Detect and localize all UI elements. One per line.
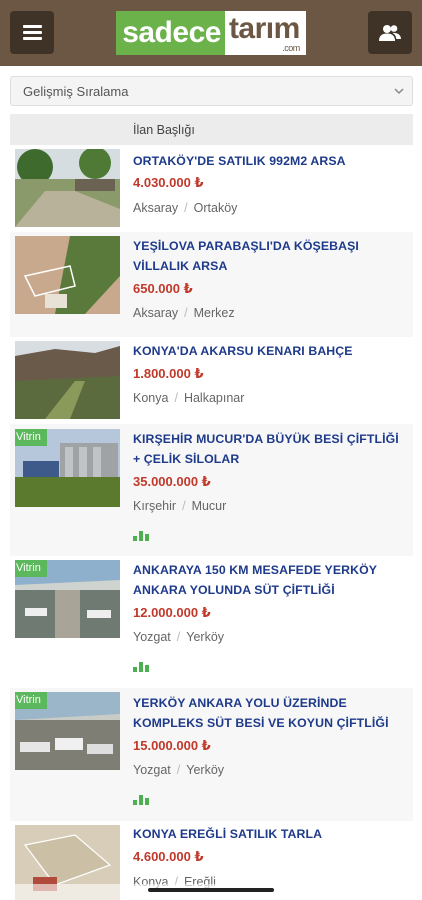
logo-suffix: .com [282,43,300,53]
listing-row[interactable]: Vitrin ANKARAYA 150 KM MESAFEDE YERKÖY A… [10,556,413,688]
listing-price: 4.600.000 ₺ [133,849,204,864]
listing-location: Aksaray / Ortaköy [133,201,237,215]
stats-icon[interactable] [133,530,149,541]
vitrin-badge: Vitrin [15,560,47,577]
listing-price: 650.000 ₺ [133,281,193,296]
location-separator: / [176,763,181,777]
listing-district: Mucur [191,499,227,513]
location-separator: / [176,630,181,644]
listing-location: Konya / Halkapınar [133,391,244,405]
listing-location: Yozgat / Yerköy [133,630,224,644]
listing-location: Yozgat / Yerköy [133,763,224,777]
listing-city: Aksaray [133,201,179,215]
user-account-button[interactable] [368,11,412,54]
listing-district: Ortaköy [193,201,238,215]
home-indicator[interactable] [148,888,274,892]
sort-dropdown[interactable]: Gelişmiş Sıralama [10,76,413,106]
column-header-title: İlan Başlığı [133,122,195,137]
vitrin-badge: Vitrin [15,429,47,446]
listing-city: Kırşehir [133,499,177,513]
menu-icon [22,25,42,40]
listing-price: 1.800.000 ₺ [133,366,204,381]
listing-photo[interactable]: Vitrin [15,429,120,507]
listing-city: Yozgat [133,630,171,644]
listing-title[interactable]: ANKARAYA 150 KM MESAFEDE YERKÖY ANKARA Y… [133,560,403,600]
listing-city: Aksaray [133,306,179,320]
chevron-down-icon [394,88,404,95]
listing-row[interactable]: KONYA'DA AKARSU KENARI BAHÇE 1.800.000 ₺… [10,337,413,424]
logo-text-part2: tarım .com [224,11,306,55]
listing-price: 35.000.000 ₺ [133,474,211,489]
stats-icon[interactable] [133,794,149,805]
listing-city: Konya [133,391,169,405]
listing-location: Aksaray / Merkez [133,306,235,320]
listing-title[interactable]: ORTAKÖY'DE SATILIK 992M2 ARSA [133,151,403,171]
listing-row[interactable]: Vitrin KIRŞEHİR MUCUR'DA BÜYÜK BESİ ÇİFT… [10,424,413,556]
column-header: İlan Başlığı [10,114,413,145]
listing-photo[interactable]: Vitrin [15,560,120,638]
listing-title[interactable]: KIRŞEHİR MUCUR'DA BÜYÜK BESİ ÇİFTLİĞİ + … [133,429,403,469]
listing-title[interactable]: KONYA'DA AKARSU KENARI BAHÇE [133,341,403,361]
listing-photo[interactable]: Vitrin [15,692,120,770]
listing-district: Merkez [193,306,235,320]
listing-title[interactable]: YEŞİLOVA PARABAŞLI'DA KÖŞEBAŞI VİLLALIK … [133,236,403,276]
sort-dropdown-label: Gelişmiş Sıralama [23,83,129,99]
location-separator: / [182,499,186,513]
listing-title[interactable]: KONYA EREĞLİ SATILIK TARLA [133,824,403,844]
location-separator: / [174,391,178,405]
listing-row[interactable]: ORTAKÖY'DE SATILIK 992M2 ARSA 4.030.000 … [10,145,413,232]
vitrin-badge: Vitrin [15,692,47,709]
site-logo[interactable]: sadece tarım .com [116,11,306,55]
menu-button[interactable] [10,11,54,54]
listing-table: İlan Başlığı ORTAKÖY'DE SATILIK 992M2 AR… [10,114,413,900]
logo-text-part2-label: tarım [228,12,300,45]
listing-district: Yerköy [186,630,225,644]
listing-row[interactable]: YEŞİLOVA PARABAŞLI'DA KÖŞEBAŞI VİLLALIK … [10,232,413,337]
listing-price: 4.030.000 ₺ [133,175,204,190]
listing-row[interactable]: Vitrin YERKÖY ANKARA YOLU ÜZERİNDE KOMPL… [10,688,413,821]
listing-district: Yerköy [186,763,225,777]
listing-district: Halkapınar [183,391,245,405]
location-separator: / [184,201,188,215]
listing-location: Kırşehir / Mucur [133,499,226,513]
listing-photo[interactable] [15,236,120,314]
bottom-fade [0,884,422,900]
listing-city: Yozgat [133,763,171,777]
listing-price: 12.000.000 ₺ [133,605,211,620]
listing-photo[interactable] [15,341,120,419]
location-separator: / [184,306,188,320]
stats-icon[interactable] [133,661,149,672]
app-header: sadece tarım .com [0,0,422,66]
listing-price: 15.000.000 ₺ [133,738,211,753]
listing-title[interactable]: YERKÖY ANKARA YOLU ÜZERİNDE KOMPLEKS SÜT… [133,693,403,733]
logo-text-part1: sadece [116,11,225,55]
users-icon [379,24,401,41]
listing-photo[interactable] [15,149,120,227]
